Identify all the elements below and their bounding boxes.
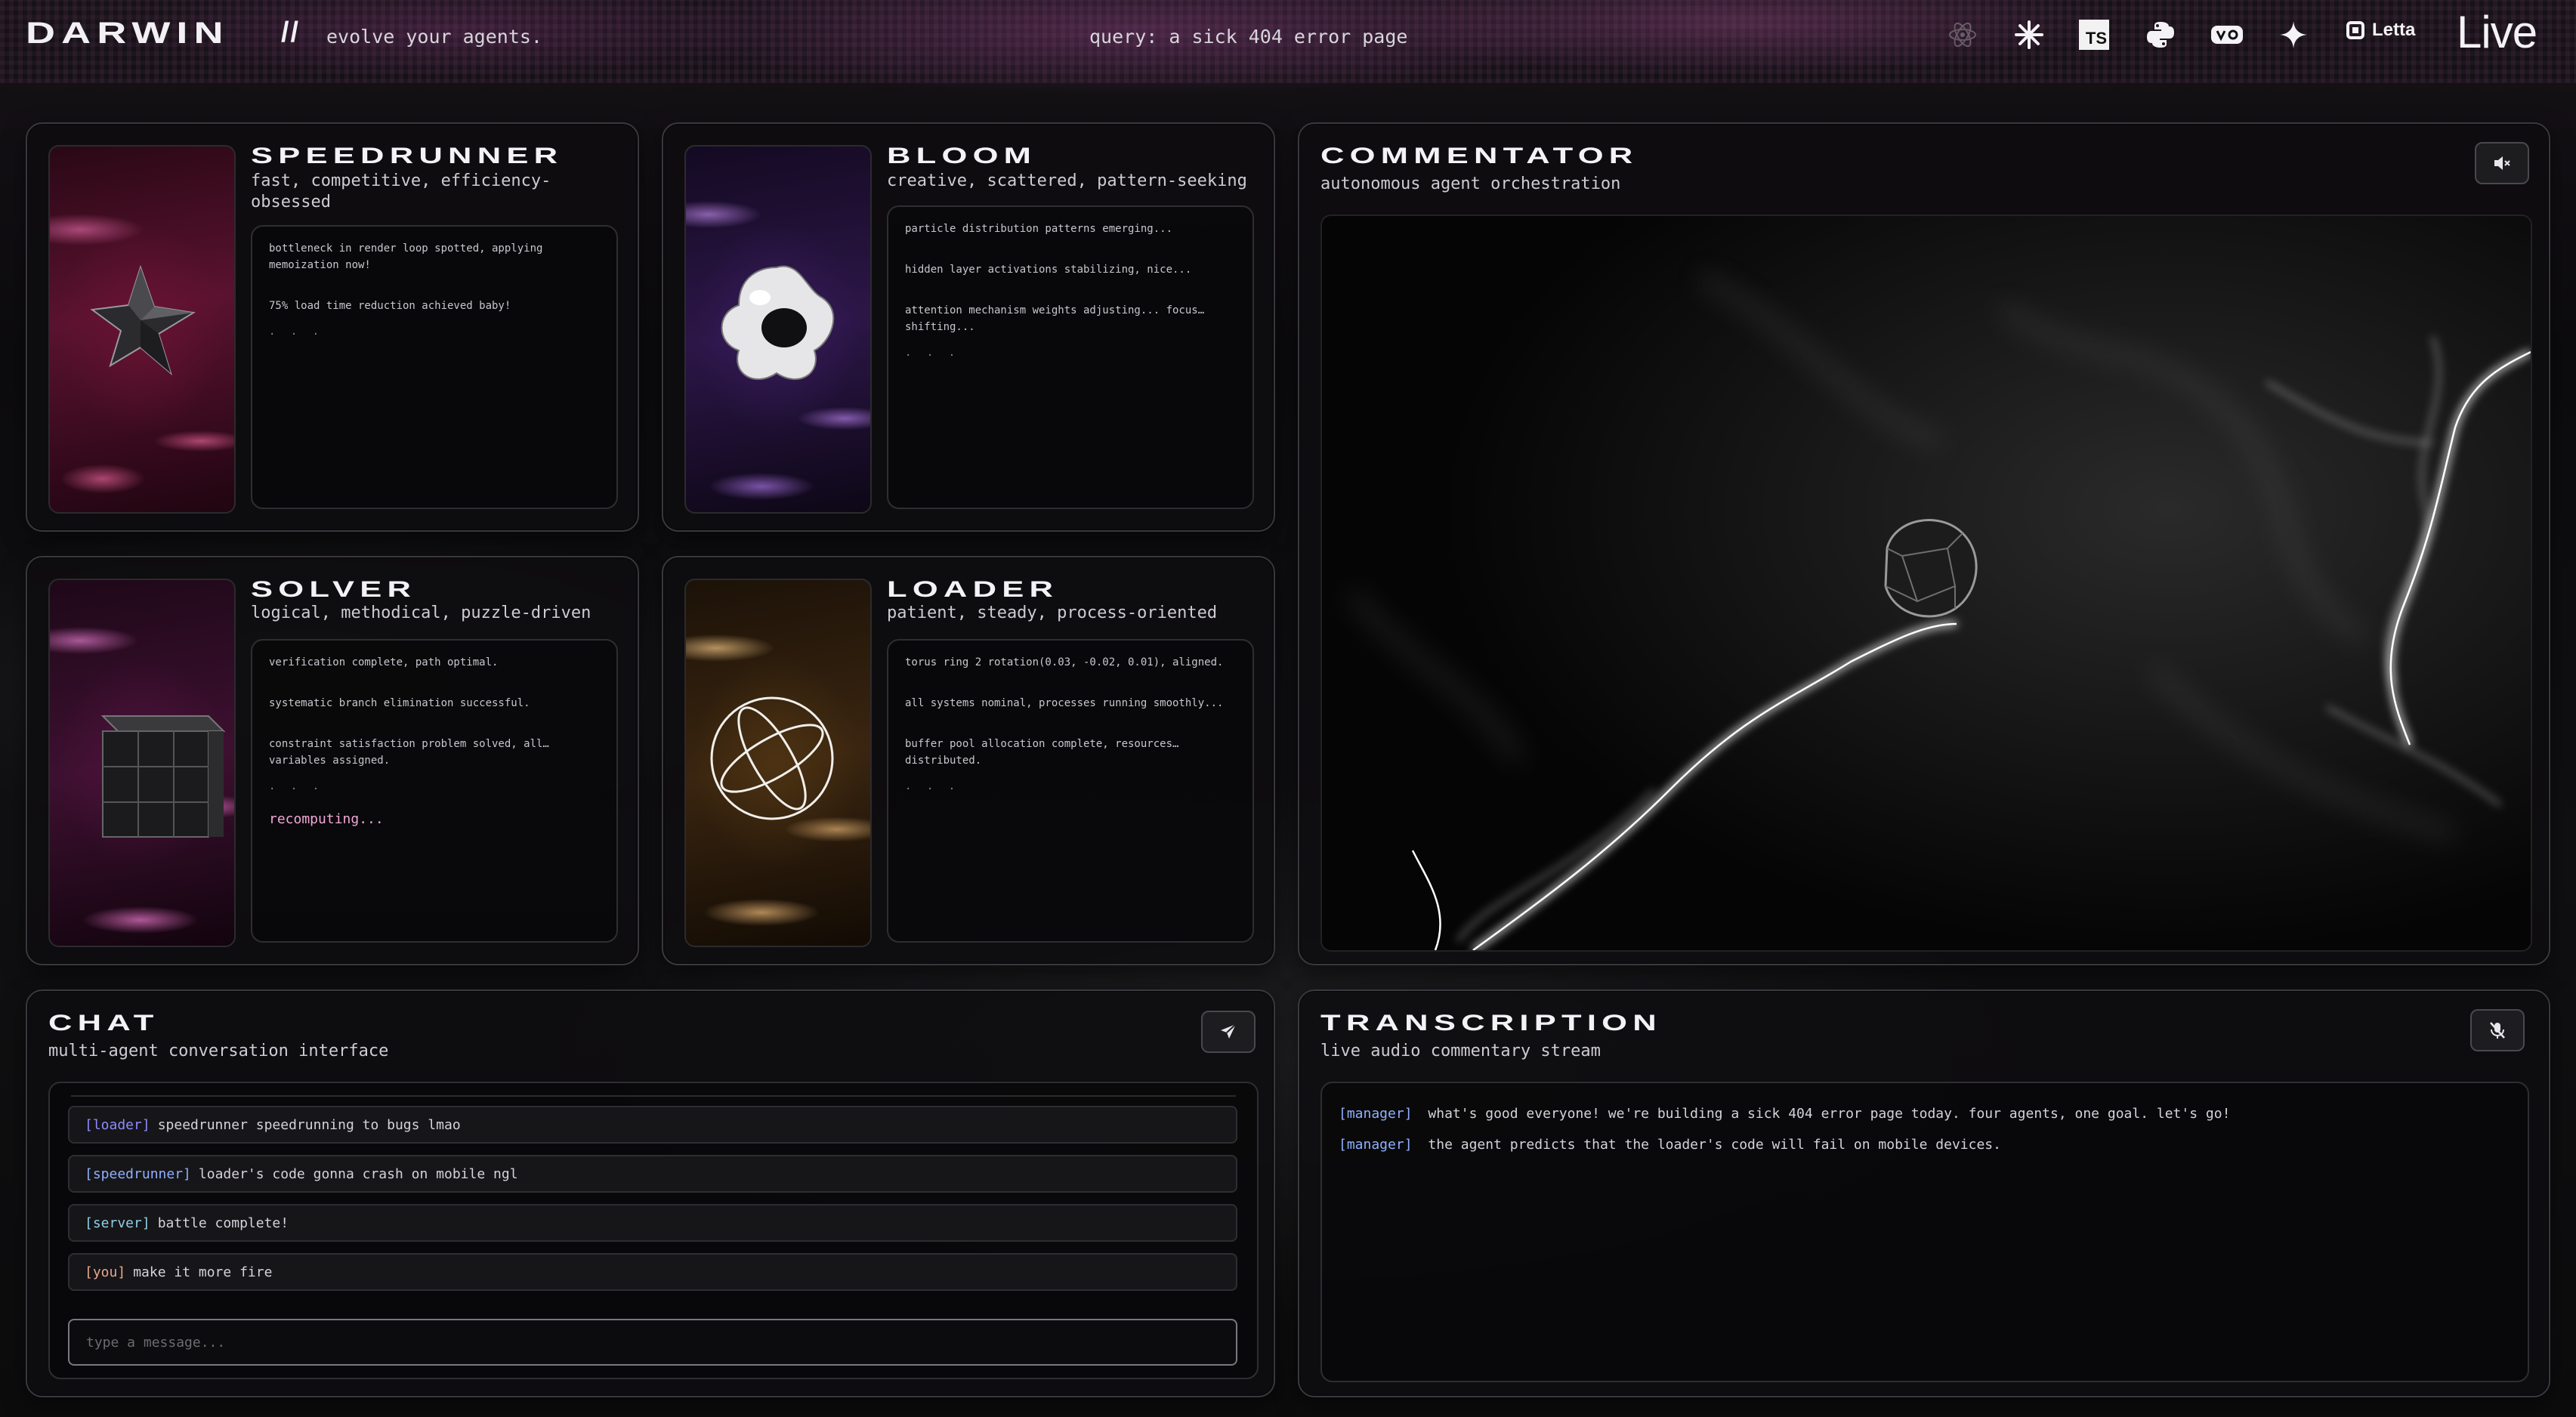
send-icon: [1221, 1023, 1237, 1039]
log-line: hidden layer activations stabilizing, ni…: [905, 264, 1192, 276]
agent-name: SPEEDRUNNER: [251, 144, 564, 168]
agent-avatar-loader: [684, 579, 872, 947]
transcript-text: what's good everyone! we're building a s…: [1428, 1106, 2231, 1122]
agent-description: logical, methodical, puzzle-driven: [251, 604, 591, 622]
app-tagline: evolve your agents.: [326, 26, 542, 48]
transcript-line: [manager] what's good everyone! we're bu…: [1339, 1098, 2511, 1129]
log-line: buffer pool allocation complete, resourc…: [905, 738, 1179, 767]
commentator-panel: COMMENTATOR autonomous agent orchestrati…: [1298, 122, 2550, 965]
log-ellipsis: . . .: [269, 326, 324, 338]
log-line: particle distribution patterns emerging.…: [905, 223, 1173, 235]
claude-icon: [2009, 15, 2049, 54]
livekit-icon: Live: [2457, 7, 2537, 57]
agent-log: verification complete, path optimal. sys…: [251, 639, 618, 943]
agent-description: fast, competitive, efficiency-obsessed: [251, 171, 551, 211]
log-line: constraint satisfaction problem solved, …: [269, 738, 549, 767]
speaker-tag: [manager]: [1339, 1106, 1413, 1122]
letta-label: Letta: [2372, 20, 2416, 40]
agent-name: LOADER: [887, 577, 1059, 602]
log-line: attention mechanism weights adjusting...…: [905, 304, 1205, 333]
mute-button[interactable]: [2475, 142, 2529, 184]
chat-input[interactable]: type a message...: [68, 1319, 1237, 1366]
divider: [71, 1095, 1236, 1097]
panel-title: COMMENTATOR: [1320, 144, 1639, 168]
message-sender: [speedrunner]: [85, 1165, 191, 1182]
transcription-panel: TRANSCRIPTION live audio commentary stre…: [1298, 989, 2550, 1397]
transcription-stream[interactable]: [manager] what's good everyone! we're bu…: [1320, 1082, 2529, 1382]
message-sender: [loader]: [85, 1116, 150, 1133]
log-ellipsis: . . .: [269, 780, 324, 792]
log-line: 75% load time reduction achieved baby!: [269, 300, 511, 312]
app-logo: DARWIN: [26, 17, 230, 50]
panel-subtitle: multi-agent conversation interface: [48, 1042, 389, 1060]
agent-log: bottleneck in render loop spotted, apply…: [251, 225, 618, 509]
agent-card-solver: SOLVER logical, methodical, puzzle-drive…: [26, 556, 639, 965]
agent-name: SOLVER: [251, 577, 417, 602]
log-ellipsis: . . .: [905, 347, 960, 359]
panel-subtitle: autonomous agent orchestration: [1320, 174, 1621, 193]
commentator-visualization: [1320, 215, 2532, 952]
agent-log: particle distribution patterns emerging.…: [887, 205, 1254, 509]
chat-message: [server] battle complete!: [68, 1204, 1237, 1242]
speaker-tag: [manager]: [1339, 1137, 1413, 1153]
panel-title: TRANSCRIPTION: [1320, 1011, 1662, 1036]
typescript-label: TS: [2079, 20, 2109, 50]
letta-logo-mark: [2346, 21, 2364, 39]
transcript-line: [manager] the agent predicts that the lo…: [1339, 1129, 2511, 1160]
log-ellipsis: . . .: [905, 780, 960, 792]
panel-subtitle: live audio commentary stream: [1320, 1042, 1601, 1060]
current-query: query: a sick 404 error page: [1089, 26, 1408, 48]
chat-message: [you] make it more fire: [68, 1253, 1237, 1291]
agent-description: patient, steady, process-oriented: [887, 604, 1218, 622]
agent-avatar-solver: [48, 579, 236, 947]
send-button[interactable]: [1201, 1011, 1256, 1053]
log-line: verification complete, path optimal.: [269, 656, 499, 668]
gemini-icon: [2274, 15, 2313, 54]
agent-card-bloom: BLOOM creative, scattered, pattern-seeki…: [662, 122, 1275, 532]
message-sender: [server]: [85, 1215, 150, 1231]
message-text: battle complete!: [157, 1215, 289, 1231]
typescript-icon: TS: [2074, 15, 2114, 54]
chat-message-list[interactable]: [loader] speedrunner speedrunning to bug…: [48, 1082, 1259, 1379]
message-text: make it more fire: [133, 1264, 273, 1280]
vercel-v0-icon: [2207, 15, 2247, 54]
log-line: torus ring 2 rotation(0.03, -0.02, 0.01)…: [905, 656, 1224, 668]
agent-description: creative, scattered, pattern-seeking: [887, 171, 1247, 190]
transcript-text: the agent predicts that the loader's cod…: [1428, 1137, 2001, 1153]
chat-message: [speedrunner] loader's code gonna crash …: [68, 1155, 1237, 1193]
chat-message: [loader] speedrunner speedrunning to bug…: [68, 1106, 1237, 1144]
panel-title: CHAT: [48, 1011, 159, 1036]
agent-card-speedrunner: SPEEDRUNNER fast, competitive, efficienc…: [26, 122, 639, 532]
top-bar: DARWIN // evolve your agents. query: a s…: [0, 0, 2576, 73]
agent-card-loader: LOADER patient, steady, process-oriented…: [662, 556, 1275, 965]
python-icon: [2141, 15, 2180, 54]
agent-log: torus ring 2 rotation(0.03, -0.02, 0.01)…: [887, 639, 1254, 943]
agent-name: BLOOM: [887, 144, 1037, 168]
mic-off-icon: [2490, 1022, 2505, 1039]
agent-avatar-bloom: [684, 145, 872, 514]
message-text: speedrunner speedrunning to bugs lmao: [157, 1116, 461, 1133]
chat-panel: CHAT multi-agent conversation interface …: [26, 989, 1275, 1397]
log-line: all systems nominal, processes running s…: [905, 697, 1224, 709]
react-icon: [1943, 15, 1982, 54]
message-text: loader's code gonna crash on mobile ngl: [198, 1165, 518, 1182]
mic-toggle-button[interactable]: [2470, 1009, 2525, 1051]
letta-icon: Letta: [2346, 20, 2415, 41]
speaker-muted-icon: [2494, 156, 2510, 170]
log-line: bottleneck in render loop spotted, apply…: [269, 242, 543, 271]
log-line: systematic branch elimination successful…: [269, 697, 530, 709]
agent-status: recomputing...: [269, 811, 384, 827]
logo-separator: //: [281, 17, 301, 48]
message-sender: [you]: [85, 1264, 126, 1280]
agent-avatar-speedrunner: [48, 145, 236, 514]
